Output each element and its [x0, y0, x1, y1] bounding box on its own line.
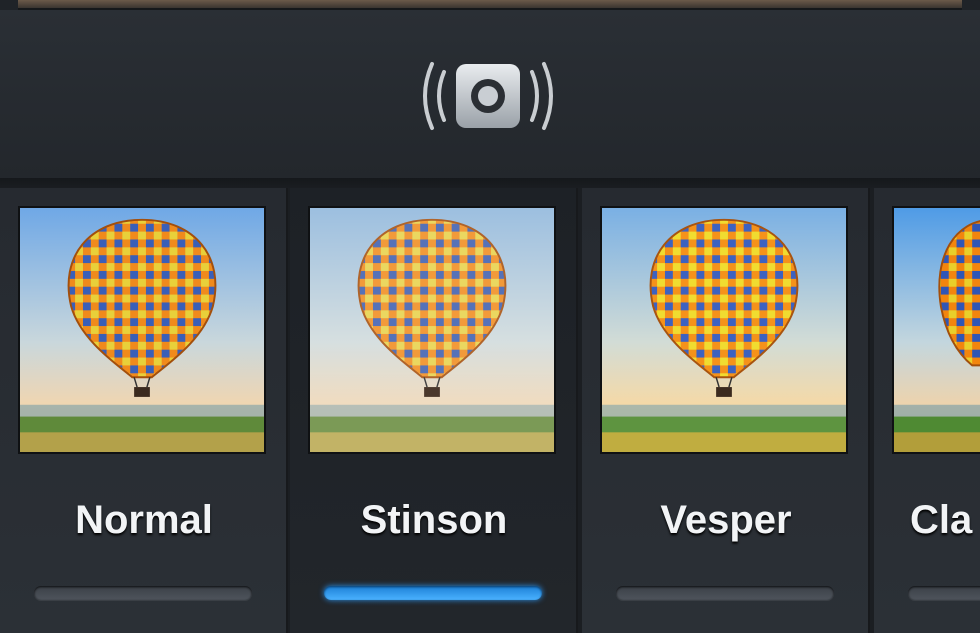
filter-vesper[interactable]: Vesper: [582, 188, 870, 633]
section-divider: [0, 178, 980, 188]
filter-label: Stinson: [360, 498, 508, 542]
filter-indicator-selected: [324, 586, 542, 600]
hot-air-balloon-image: [894, 208, 980, 452]
filter-thumbnail: [600, 206, 848, 454]
camera-shutter-icon: [423, 62, 553, 130]
filter-indicator: [908, 586, 980, 600]
filter-indicator: [616, 586, 834, 600]
filter-label: Vesper: [660, 498, 792, 542]
hot-air-balloon-image: [310, 208, 554, 452]
photo-preview-edge: [18, 0, 962, 10]
hot-air-balloon-image: [602, 208, 846, 452]
filter-label: Normal: [75, 498, 213, 542]
filter-normal[interactable]: Normal: [0, 188, 288, 633]
filter-thumbnail: [892, 206, 980, 454]
hot-air-balloon-image: [20, 208, 264, 452]
filter-thumbnail: [18, 206, 266, 454]
filter-indicator: [34, 586, 252, 600]
filter-stinson[interactable]: Stinson: [290, 188, 578, 633]
filter-label: Cla: [910, 498, 973, 542]
filter-partial[interactable]: Cla: [874, 188, 980, 633]
camera-shutter-button[interactable]: [418, 58, 558, 134]
filter-thumbnail: [308, 206, 556, 454]
